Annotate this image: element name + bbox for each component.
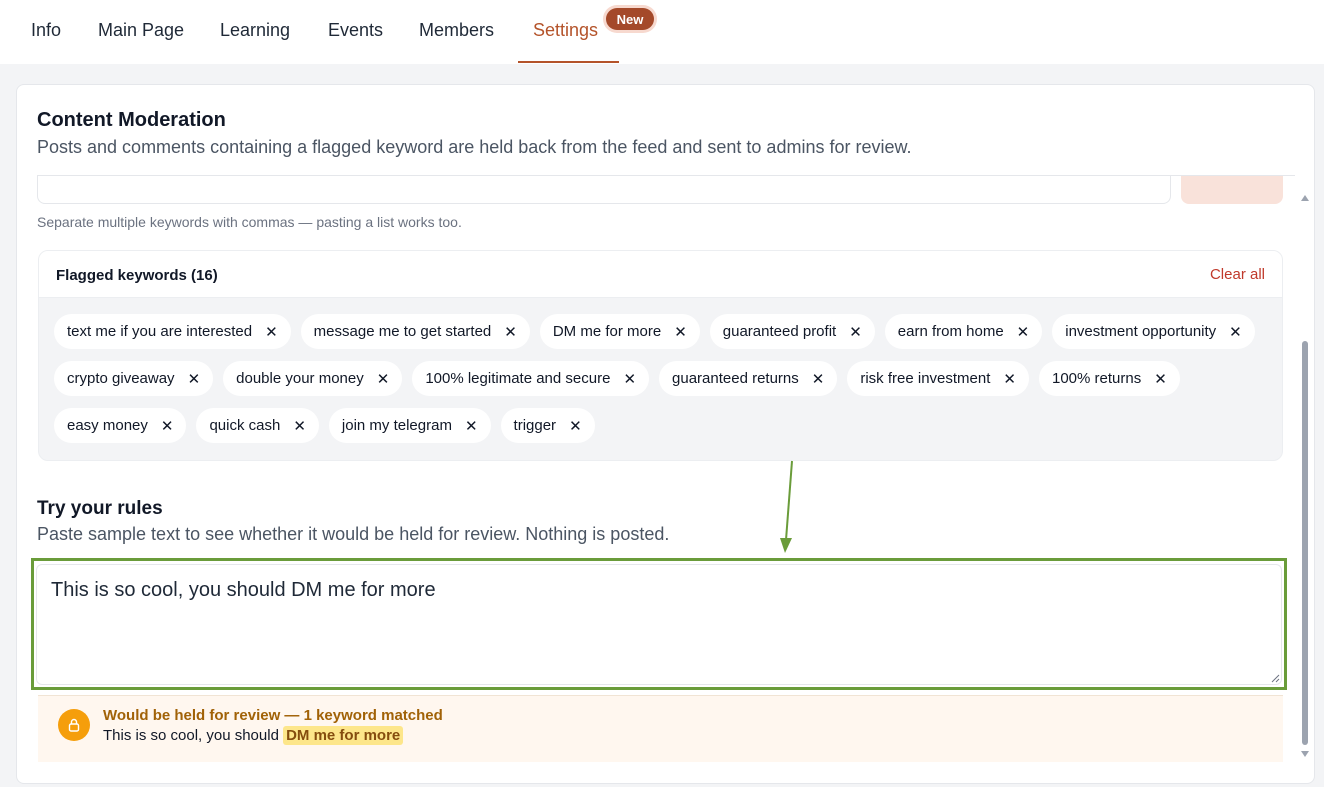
keyword-chip-label: investment opportunity <box>1065 323 1217 340</box>
keyword-chip-label: double your money <box>236 370 364 387</box>
remove-keyword-icon[interactable]: ✕ <box>1017 323 1030 341</box>
scroll-down-icon[interactable] <box>1301 751 1309 757</box>
keyword-chip-label: guaranteed returns <box>672 370 799 387</box>
remove-keyword-icon[interactable]: ✕ <box>504 323 517 341</box>
tab-settings[interactable]: Settings <box>533 20 598 41</box>
tab-info[interactable]: Info <box>31 20 61 41</box>
keyword-chip: 100% returns ✕ <box>1038 361 1180 396</box>
keyword-chip: trigger ✕ <box>500 408 595 443</box>
keyword-chip: guaranteed returns ✕ <box>659 361 838 396</box>
remove-keyword-icon[interactable]: ✕ <box>812 370 825 388</box>
scrollbar-thumb[interactable] <box>1302 341 1308 745</box>
tab-members[interactable]: Members <box>419 20 494 41</box>
try-rules-title: Try your rules <box>37 498 163 519</box>
result-preview: This is so cool, you should DM me for mo… <box>103 726 404 745</box>
scrollbar[interactable] <box>1299 189 1311 761</box>
keyword-chip-label: crypto giveaway <box>67 370 175 387</box>
keyword-chip-label: guaranteed profit <box>722 323 837 340</box>
remove-keyword-icon[interactable]: ✕ <box>569 417 582 435</box>
keyword-chip-label: easy money <box>67 417 148 434</box>
keyword-help-text: Separate multiple keywords with commas —… <box>37 214 462 230</box>
keyword-chip: 100% legitimate and secure ✕ <box>412 361 650 396</box>
result-preview-text: This is so cool, you should <box>103 727 284 744</box>
remove-keyword-icon[interactable]: ✕ <box>265 323 278 341</box>
resize-grip-icon[interactable] <box>1270 673 1280 683</box>
keyword-chip: guaranteed profit ✕ <box>709 314 875 349</box>
keyword-chip-label: risk free investment <box>860 370 991 387</box>
sample-text-input[interactable]: This is so cool, you should DM me for mo… <box>36 564 1282 685</box>
keyword-chip-label: message me to get started <box>313 323 492 340</box>
keyword-chip-label: trigger <box>513 417 557 434</box>
remove-keyword-icon[interactable]: ✕ <box>1003 370 1016 388</box>
keyword-chip: text me if you are interested ✕ <box>54 314 291 349</box>
flagged-keywords-panel: Flagged keywords (16) Clear all text me … <box>38 250 1283 461</box>
top-navigation: Info Main Page Learning Events Members S… <box>0 0 1324 64</box>
keyword-chip: DM me for more ✕ <box>539 314 700 349</box>
remove-keyword-icon[interactable]: ✕ <box>161 417 174 435</box>
try-rules-description: Paste sample text to see whether it woul… <box>37 524 670 544</box>
tab-main-page[interactable]: Main Page <box>98 20 184 41</box>
keyword-chip-label: 100% returns <box>1051 370 1142 387</box>
remove-keyword-icon[interactable]: ✕ <box>188 370 201 388</box>
keyword-chip-label: DM me for more <box>552 323 662 340</box>
remove-keyword-icon[interactable]: ✕ <box>849 323 862 341</box>
remove-keyword-icon[interactable]: ✕ <box>465 417 478 435</box>
sample-text-highlight: This is so cool, you should DM me for mo… <box>31 558 1287 690</box>
keyword-chip-label: 100% legitimate and secure <box>425 370 611 387</box>
keyword-chip: message me to get started ✕ <box>300 314 530 349</box>
remove-keyword-icon[interactable]: ✕ <box>623 370 636 388</box>
matched-keyword-highlight: DM me for more <box>283 726 404 745</box>
section-description: Posts and comments containing a flagged … <box>37 137 912 157</box>
keyword-chip: join my telegram ✕ <box>328 408 491 443</box>
flagged-keywords-title: Flagged keywords (16) <box>56 267 218 284</box>
keyword-chip-label: join my telegram <box>341 417 452 434</box>
review-result-banner: Would be held for review — 1 keyword mat… <box>38 695 1283 762</box>
tab-events[interactable]: Events <box>328 20 383 41</box>
new-badge: New <box>606 8 654 30</box>
keyword-chip-label: quick cash <box>209 417 281 434</box>
content-moderation-card: Content Moderation Posts and comments co… <box>16 84 1315 784</box>
lock-icon <box>58 709 90 741</box>
keyword-chip: risk free investment ✕ <box>847 361 1029 396</box>
keyword-chip-label: earn from home <box>897 323 1004 340</box>
keyword-chip-label: text me if you are interested <box>67 323 253 340</box>
remove-keyword-icon[interactable]: ✕ <box>1154 370 1167 388</box>
add-keyword-button[interactable] <box>1181 176 1283 204</box>
scroll-up-icon[interactable] <box>1301 195 1309 201</box>
settings-scroll-area: Separate multiple keywords with commas —… <box>17 176 1314 762</box>
result-title: Would be held for review — 1 keyword mat… <box>103 707 443 724</box>
keyword-chip-list: text me if you are interested ✕ message me… <box>54 314 1264 443</box>
remove-keyword-icon[interactable]: ✕ <box>674 323 687 341</box>
remove-keyword-icon[interactable]: ✕ <box>377 370 390 388</box>
active-tab-indicator <box>518 61 619 63</box>
flagged-keywords-header: Flagged keywords (16) Clear all <box>39 251 1282 298</box>
remove-keyword-icon[interactable]: ✕ <box>293 417 306 435</box>
keyword-chip: easy money ✕ <box>54 408 187 443</box>
keyword-input[interactable] <box>37 176 1171 204</box>
section-title: Content Moderation <box>37 109 226 131</box>
keyword-chip: investment opportunity ✕ <box>1052 314 1255 349</box>
keyword-chip: earn from home ✕ <box>884 314 1043 349</box>
tab-learning[interactable]: Learning <box>220 20 290 41</box>
keyword-chip: quick cash ✕ <box>196 408 319 443</box>
keyword-chip: crypto giveaway ✕ <box>54 361 214 396</box>
remove-keyword-icon[interactable]: ✕ <box>1229 323 1242 341</box>
clear-all-button[interactable]: Clear all <box>1210 266 1265 283</box>
keyword-chip: double your money ✕ <box>223 361 403 396</box>
